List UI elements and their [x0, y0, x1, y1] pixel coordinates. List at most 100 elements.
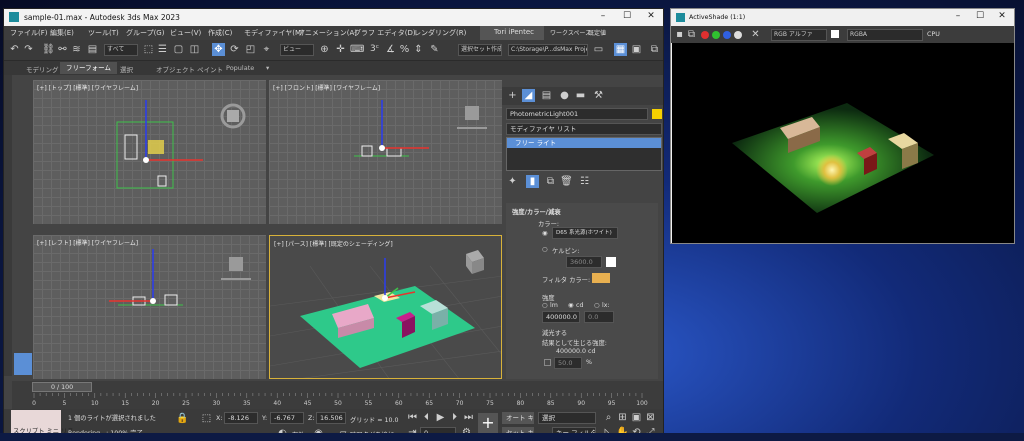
play-icon[interactable]: ▶ — [434, 411, 447, 424]
project-path-field[interactable]: C:\Storage\P...dsMax Project — [508, 44, 588, 56]
y-coord-field[interactable]: -6.767 — [270, 412, 304, 424]
rotate-icon[interactable]: ⟳ — [228, 43, 241, 56]
clear-icon[interactable]: ✕ — [749, 28, 762, 41]
angle-snap-icon[interactable]: ∡ — [384, 43, 397, 56]
viewport-perspective[interactable]: [+] [パース] [標準] [既定のシェーディング] — [269, 235, 502, 379]
scale-icon[interactable]: ◰ — [244, 43, 257, 56]
menu-group[interactable]: グループ(G) — [126, 28, 164, 38]
user-account[interactable]: Tori iPentec — [480, 26, 544, 40]
percent-snap-icon[interactable]: % — [398, 43, 411, 56]
render-frame-icon[interactable]: ⧉ — [648, 43, 661, 56]
zoom-extents-all-icon[interactable]: ⊠ — [644, 411, 657, 424]
menu-edit[interactable]: 編集(E) — [50, 28, 74, 38]
undo-icon[interactable]: ↶ — [8, 43, 21, 56]
green-channel-icon[interactable] — [712, 31, 720, 39]
go-end-icon[interactable]: ⏭ — [462, 411, 475, 424]
reference-coord-dropdown[interactable]: ビュー — [280, 44, 314, 56]
autokey-button[interactable]: オート キー — [502, 412, 534, 424]
placement-icon[interactable]: ⌖ — [260, 43, 273, 56]
ribbon-options-icon[interactable]: ▾ — [266, 64, 269, 72]
pivot-icon[interactable]: ⊕ — [318, 43, 331, 56]
intensity-field[interactable]: 400000.0 — [542, 311, 580, 323]
menu-file[interactable]: ファイル(F) — [10, 28, 48, 38]
snap-3d-icon[interactable]: 3ᶜ — [368, 43, 381, 56]
radio-lm-icon[interactable]: ○ — [542, 302, 548, 309]
activeshade-render-view[interactable] — [672, 43, 1014, 243]
menu-graph-editors[interactable]: グラフ エディタ(D) — [354, 28, 416, 38]
object-color-swatch[interactable] — [652, 109, 662, 119]
named-selection-dropdown[interactable]: 選択セット作成 — [458, 44, 502, 56]
redo-icon[interactable]: ↷ — [22, 43, 35, 56]
mono-channel-icon[interactable] — [734, 31, 742, 39]
modifier-list-dropdown[interactable]: モディファイヤ リスト — [506, 123, 662, 135]
menu-rendering[interactable]: レンダリング(R) — [414, 28, 466, 38]
viewport-navigation-icon[interactable] — [14, 353, 32, 375]
rollout-title[interactable]: 強度/カラー/減衰 — [512, 207, 561, 216]
rect-selection-icon[interactable]: ▢ — [172, 43, 185, 56]
window-crossing-icon[interactable]: ◫ — [188, 43, 201, 56]
viewport-left[interactable]: [+] [レフト] [標準] [ワイヤフレーム] — [33, 235, 266, 379]
object-name-field[interactable]: PhotometricLight001 — [506, 108, 648, 120]
menu-create[interactable]: 作成(C) — [208, 28, 232, 38]
menu-modifiers[interactable]: モディファイヤ(M) — [244, 28, 304, 38]
activeshade-close-icon[interactable]: ✕ — [991, 11, 1013, 24]
lock-icon[interactable]: 🔒 — [176, 412, 189, 425]
rgba-dropdown[interactable]: RGBA — [847, 29, 923, 41]
workspace-dropdown[interactable]: 既定値 — [588, 28, 606, 37]
tab-object-paint[interactable]: オブジェクト ペイント — [156, 64, 223, 74]
menu-tools[interactable]: ツール(T) — [88, 28, 119, 38]
viewport-front[interactable]: [+] [フロント] [標準] [ワイヤフレーム] — [269, 80, 502, 224]
menu-animation[interactable]: アニメーション(A) — [298, 28, 357, 38]
make-unique-icon[interactable]: ⧉ — [544, 175, 557, 188]
keyboard-shortcut-icon[interactable]: ⌨ — [350, 43, 364, 56]
edit-named-selection-icon[interactable]: ✎ — [428, 43, 441, 56]
dimming-checkbox[interactable] — [544, 359, 551, 366]
motion-tab-icon[interactable]: ● — [558, 89, 571, 102]
viewport-layout-icon[interactable]: ▦ — [614, 43, 627, 56]
filter-color-swatch[interactable] — [592, 273, 610, 283]
spinner-snap-icon[interactable]: ⇕ — [412, 43, 425, 56]
select-by-name-icon[interactable]: ☰ — [156, 43, 169, 56]
close-icon[interactable]: ✕ — [640, 11, 662, 24]
timeline-ruler[interactable]: 0 5 10 15 20 25 30 35 40 45 50 55 60 65 70 75 80 85 90 95 10… — [12, 393, 664, 409]
time-slider[interactable]: 0 / 100 — [32, 382, 92, 392]
menu-view[interactable]: ビュー(V) — [170, 28, 201, 38]
remove-modifier-icon[interactable]: 🗑 — [560, 175, 573, 188]
radio-preset-icon[interactable]: ◉ — [542, 230, 548, 237]
zoom-icon[interactable]: ⌕ — [602, 411, 615, 424]
create-tab-icon[interactable]: + — [506, 89, 519, 102]
modify-tab-icon[interactable]: ◢ — [522, 89, 535, 102]
pin-stack-icon[interactable]: ✦ — [506, 175, 519, 188]
background-swatch[interactable] — [831, 30, 839, 38]
activeshade-maximize-icon[interactable]: ☐ — [969, 11, 991, 24]
maximize-icon[interactable]: ☐ — [616, 11, 638, 24]
zoom-all-icon[interactable]: ⊞ — [616, 411, 629, 424]
red-channel-icon[interactable] — [701, 31, 709, 39]
move-icon[interactable]: ✥ — [212, 43, 225, 56]
layer-icon[interactable]: ▤ — [86, 43, 99, 56]
prev-frame-icon[interactable]: ⏴ — [420, 411, 433, 424]
color-preset-dropdown[interactable]: D65 系光源(ホワイト) — [552, 227, 618, 239]
viewport-top[interactable]: [+] [トップ] [標準] [ワイヤフレーム] — [33, 80, 266, 224]
key-selection-dropdown[interactable]: 選択 — [538, 412, 596, 424]
copy-image-icon[interactable]: ⧉ — [685, 28, 698, 41]
kelvin-color-swatch[interactable] — [606, 257, 616, 267]
kelvin-field[interactable]: 3600.0 — [566, 256, 602, 268]
tab-selection[interactable]: 選択 — [120, 64, 133, 74]
utilities-tab-icon[interactable]: ⚒ — [592, 89, 605, 102]
unlink-icon[interactable]: ⚯ — [56, 43, 69, 56]
stack-item-free-light[interactable]: フリー ライト — [507, 138, 661, 148]
tab-freeform[interactable]: フリーフォーム — [60, 62, 117, 74]
next-frame-icon[interactable]: ⏵ — [448, 411, 461, 424]
show-end-result-icon[interactable]: ▮ — [526, 175, 539, 188]
percent-field[interactable]: 50.0 — [554, 357, 582, 369]
transform-mode-icon[interactable]: ⬚ — [200, 412, 213, 425]
tab-populate[interactable]: Populate — [226, 64, 254, 72]
radio-lx-icon[interactable]: ○ — [594, 302, 600, 309]
tab-modeling[interactable]: モデリング — [26, 64, 59, 74]
set-key-big-icon[interactable]: + — [478, 413, 498, 433]
radio-cd-icon[interactable]: ◉ — [568, 302, 574, 309]
configure-sets-icon[interactable]: ☷ — [578, 175, 591, 188]
render-setup-icon[interactable]: ▣ — [630, 43, 643, 56]
radio-kelvin-icon[interactable]: ○ — [542, 246, 548, 253]
